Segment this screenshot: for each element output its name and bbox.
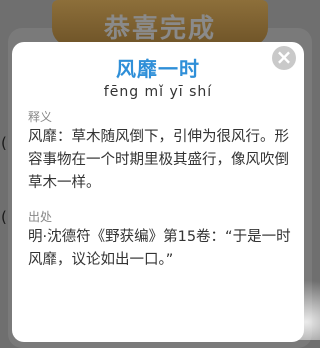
background-text-fragment: ( <box>1 134 7 152</box>
idiom-title: 风靡一时 <box>116 57 200 81</box>
meaning-label: 释义 <box>28 110 53 124</box>
background-text-fragment: ( <box>1 208 7 226</box>
source-label: 出处 <box>28 210 53 224</box>
corner-glow <box>250 280 320 340</box>
congrats-ribbon: 恭喜完成 <box>52 0 268 46</box>
idiom-pinyin: fēng mǐ yī shí <box>103 84 213 100</box>
meaning-text: 风靡：草木随风倒下，引伸为很风行。形容事物在一个时期里极其盛行，像风吹倒草木一样… <box>28 129 289 191</box>
source-text: 明·沈德符《野获编》第15卷：“于是一时风靡，议论如出一口。” <box>28 229 291 268</box>
congrats-title: 恭喜完成 <box>103 14 216 44</box>
